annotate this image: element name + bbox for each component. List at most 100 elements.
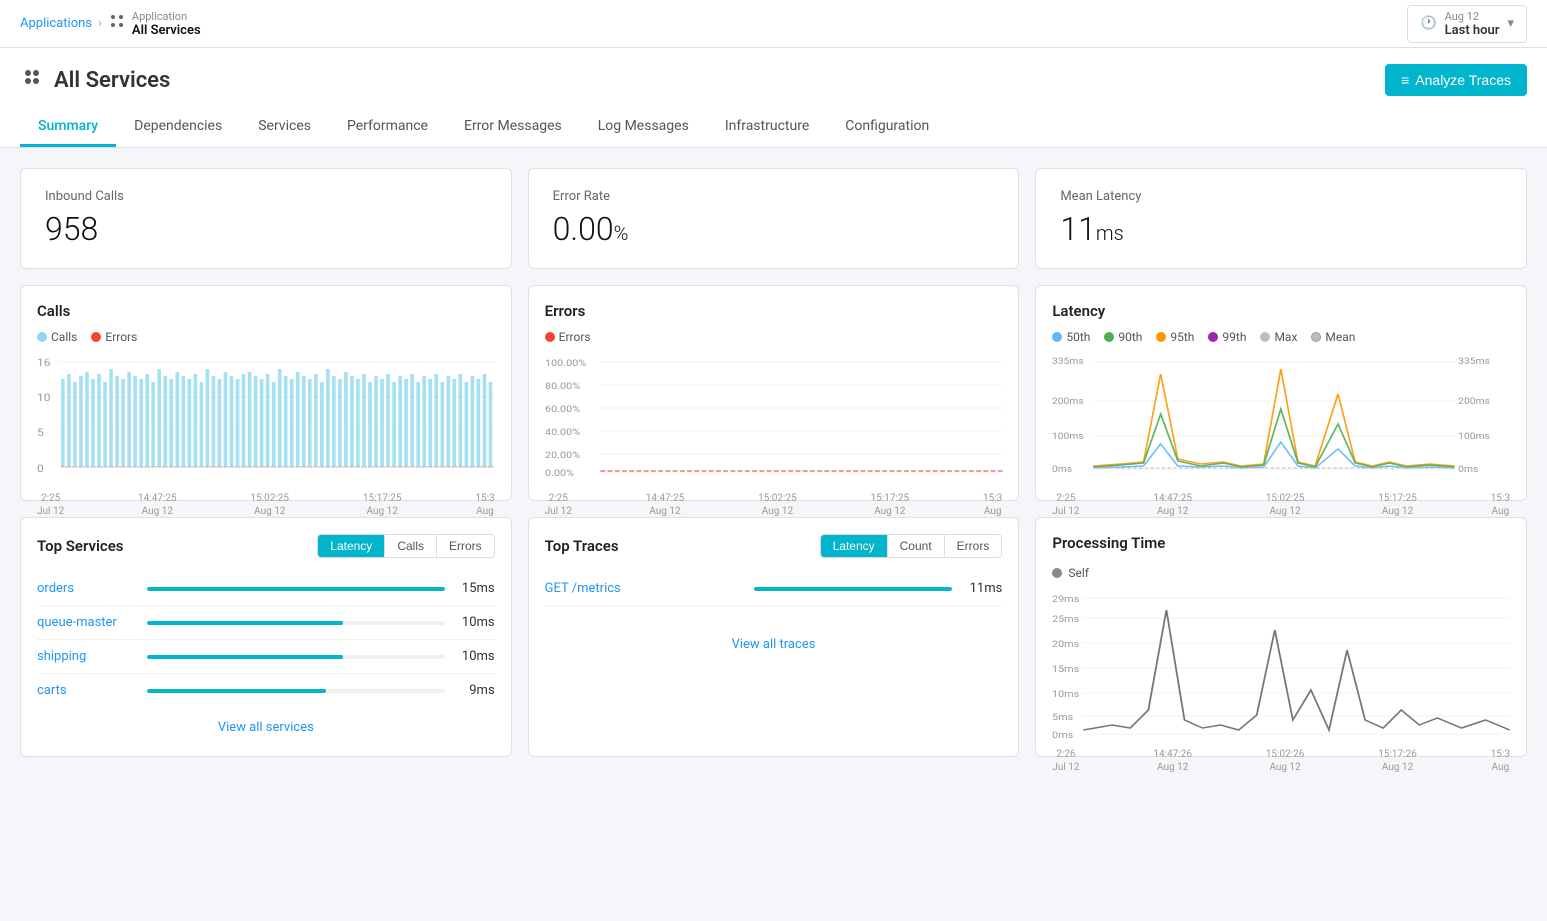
inbound-calls-card: Inbound Calls 958: [20, 168, 512, 269]
tab-performance[interactable]: Performance: [329, 108, 446, 147]
processing-x-labels: 2:26Jul 12 14:47:26Aug 12 15:02:26Aug 12…: [1052, 748, 1510, 774]
analyze-traces-button[interactable]: ≡ Analyze Traces: [1385, 64, 1527, 96]
mean-latency-label: Mean Latency: [1060, 189, 1502, 204]
mean-latency-card: Mean Latency 11ms: [1035, 168, 1527, 269]
calls-chart-title: Calls: [37, 302, 495, 320]
tab-configuration[interactable]: Configuration: [827, 108, 947, 147]
app-icon: [108, 12, 126, 35]
top-services-latency-btn[interactable]: Latency: [318, 535, 385, 557]
trace-bar-wrap: [754, 587, 953, 591]
nav-tabs: Summary Dependencies Services Performanc…: [20, 108, 1527, 147]
clock-icon: 🕐: [1420, 16, 1436, 31]
errors-chart-title: Errors: [545, 302, 1003, 320]
latency-95th: 95th: [1156, 330, 1194, 344]
calls-legend-errors: Errors: [91, 330, 137, 344]
svg-text:0ms: 0ms: [1052, 465, 1072, 475]
top-traces-latency-btn[interactable]: Latency: [821, 535, 888, 557]
list-item: queue-master 10ms: [37, 606, 495, 640]
svg-text:100ms: 100ms: [1052, 432, 1084, 442]
error-rate-card: Error Rate 0.00%: [528, 168, 1020, 269]
list-item: carts 9ms: [37, 674, 495, 707]
top-services-title: Top Services: [37, 537, 124, 555]
latency-99th: 99th: [1208, 330, 1246, 344]
view-all-traces-link[interactable]: View all traces: [545, 636, 1003, 652]
self-label: Self: [1068, 566, 1089, 580]
svg-text:60.00%: 60.00%: [545, 405, 580, 415]
latency-legend: 50th 90th 95th 99th Max: [1052, 330, 1510, 344]
svg-text:20ms: 20ms: [1052, 640, 1079, 650]
mean-latency-value: 11ms: [1060, 210, 1502, 248]
trace-name-get-metrics[interactable]: GET /metrics: [545, 581, 744, 596]
tab-infrastructure[interactable]: Infrastructure: [707, 108, 827, 147]
calls-chart-card: Calls Calls Errors 16 10 5 0: [20, 285, 512, 501]
svg-text:16: 16: [37, 357, 51, 369]
svg-text:0: 0: [37, 463, 44, 475]
svg-text:200ms: 200ms: [1052, 397, 1084, 407]
top-traces-count-btn[interactable]: Count: [888, 535, 945, 557]
service-bar: [147, 655, 343, 659]
chevron-down-icon: ▾: [1507, 16, 1514, 31]
list-item: GET /metrics 11ms: [545, 572, 1003, 606]
self-dot: [1052, 568, 1062, 578]
latency-chart-title: Latency: [1052, 302, 1510, 320]
service-name-carts[interactable]: carts: [37, 683, 137, 698]
service-list: orders 15ms queue-master 10ms shipping: [37, 572, 495, 707]
service-bar-wrap: [147, 587, 445, 591]
errors-legend-errors: Errors: [545, 330, 591, 344]
svg-text:335ms: 335ms: [1458, 357, 1490, 367]
breadcrumb: Applications › Application All Services: [20, 10, 201, 38]
service-bar-wrap: [147, 655, 445, 659]
bottom-row: Top Services Latency Calls Errors orders…: [20, 517, 1527, 757]
svg-text:0.00%: 0.00%: [545, 469, 574, 479]
errors-legend-dot: [545, 332, 555, 342]
tab-dependencies[interactable]: Dependencies: [116, 108, 240, 147]
svg-text:10ms: 10ms: [1052, 690, 1079, 700]
service-latency: 10ms: [455, 649, 495, 664]
tab-log-messages[interactable]: Log Messages: [580, 108, 707, 147]
processing-time-chart-area: 29ms 25ms 20ms 15ms 10ms 5ms 0ms: [1052, 590, 1510, 740]
service-latency: 15ms: [455, 581, 495, 596]
svg-text:20.00%: 20.00%: [545, 451, 580, 461]
breadcrumb-app: Application All Services: [132, 10, 201, 38]
errors-chart-card: Errors Errors 100.00% 80.00% 60.00% 40.0…: [528, 285, 1020, 501]
error-rate-value: 0.00%: [553, 210, 995, 248]
calls-dot: [37, 332, 47, 342]
top-services-errors-btn[interactable]: Errors: [437, 535, 494, 557]
top-traces-errors-btn[interactable]: Errors: [945, 535, 1002, 557]
top-services-calls-btn[interactable]: Calls: [385, 535, 437, 557]
svg-text:100.00%: 100.00%: [545, 359, 586, 369]
applications-link[interactable]: Applications: [20, 16, 92, 31]
view-all-services-link[interactable]: View all services: [37, 719, 495, 735]
latency-50th: 50th: [1052, 330, 1090, 344]
service-bar: [147, 621, 343, 625]
service-name-orders[interactable]: orders: [37, 581, 137, 596]
tab-summary[interactable]: Summary: [20, 108, 116, 147]
svg-text:200ms: 200ms: [1458, 397, 1490, 407]
processing-time-panel: Processing Time Self 29ms 25ms 20ms 15ms…: [1035, 517, 1527, 757]
processing-legend: Self: [1052, 566, 1510, 580]
latency-x-labels: 2:25Jul 12 14:47:25Aug 12 15:02:25Aug 12…: [1052, 492, 1510, 518]
calls-x-labels: 2:25Jul 12 14:47:25Aug 12 15:02:25Aug 12…: [37, 492, 495, 518]
tab-services[interactable]: Services: [240, 108, 329, 147]
latency-chart-area: 335ms 200ms 100ms 0ms 335ms 200ms 100ms …: [1052, 354, 1510, 484]
service-name-shipping[interactable]: shipping: [37, 649, 137, 664]
breadcrumb-sep: ›: [98, 16, 102, 31]
time-selector[interactable]: 🕐 Aug 12 Last hour ▾: [1407, 5, 1527, 43]
services-icon: [20, 65, 44, 95]
svg-text:0ms: 0ms: [1458, 465, 1478, 475]
top-traces-panel: Top Traces Latency Count Errors GET /met…: [528, 517, 1020, 757]
top-services-header: Top Services Latency Calls Errors: [37, 534, 495, 558]
svg-text:10: 10: [37, 392, 51, 404]
svg-text:80.00%: 80.00%: [545, 382, 580, 392]
svg-text:5: 5: [37, 427, 44, 439]
tab-error-messages[interactable]: Error Messages: [446, 108, 580, 147]
service-bar: [147, 689, 326, 693]
analyze-icon: ≡: [1401, 72, 1409, 88]
latency-max: Max: [1260, 330, 1297, 344]
svg-text:25ms: 25ms: [1052, 615, 1079, 625]
errors-chart-area: 100.00% 80.00% 60.00% 40.00% 20.00% 0.00…: [545, 354, 1003, 484]
service-name-queue-master[interactable]: queue-master: [37, 615, 137, 630]
svg-text:40.00%: 40.00%: [545, 428, 580, 438]
top-traces-title: Top Traces: [545, 537, 619, 555]
service-latency: 9ms: [455, 683, 495, 698]
